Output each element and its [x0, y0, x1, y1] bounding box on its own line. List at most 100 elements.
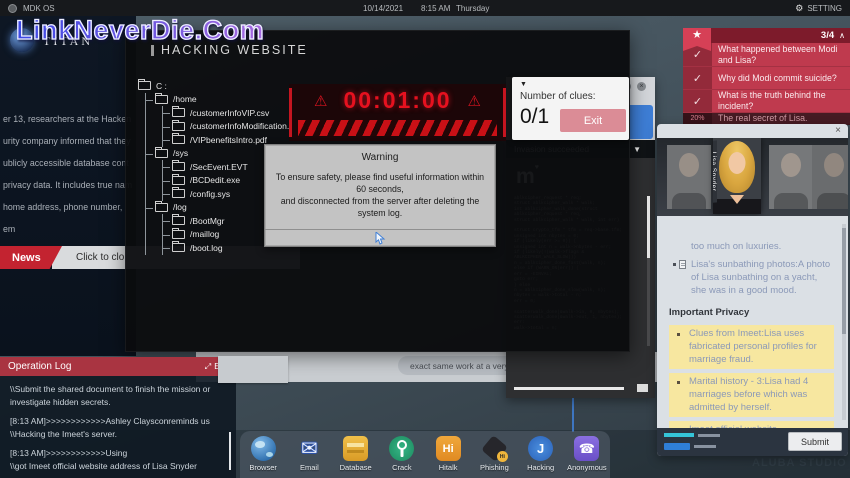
app-dock: Browser ✉ Email Database Crack Hi Hitalk…	[240, 431, 610, 478]
gear-icon: ⚙	[795, 3, 803, 14]
key-icon	[389, 436, 414, 461]
folder-icon	[172, 122, 185, 131]
cyan-badge	[664, 433, 694, 437]
folder-icon	[155, 203, 168, 212]
note-text: Lisa's sunbathing photos:A photo of Lisa…	[691, 259, 830, 296]
submit-button[interactable]: Submit	[788, 432, 842, 451]
tree-node-file[interactable]: /customerInfoModification.csv	[172, 120, 302, 134]
progress-badge: 20%	[683, 113, 712, 124]
dock-app-browser[interactable]: Browser	[241, 436, 285, 472]
portrait-carousel: Lisa Snyder	[657, 138, 848, 216]
quest-item-text: What happened between Modi and Lisa?	[712, 43, 850, 66]
system-date: 10/14/2021	[363, 4, 403, 13]
lisa-face	[729, 152, 746, 174]
note-scrolled-text: too much on luxuries.	[669, 240, 834, 253]
stat-badge-row	[664, 433, 720, 437]
dock-app-crack[interactable]: Crack	[380, 436, 424, 472]
database-icon	[343, 436, 368, 461]
cursor-icon	[375, 232, 386, 245]
character-notes-panel: × Lisa Snyder too much on luxuries. Lisa…	[657, 124, 848, 456]
folder-icon	[172, 243, 185, 252]
operation-log-header[interactable]: Operation Log ⤢ Exp	[0, 357, 236, 376]
clue-highlight: Marital history - 3:Lisa had 4 marriages…	[669, 373, 834, 417]
background-window-fragment	[218, 356, 288, 383]
setting-button[interactable]: ⚙ SETTING	[795, 3, 842, 14]
hitalk-icon: Hi	[436, 436, 461, 461]
dock-app-anonymous[interactable]: ☎ Anonymous	[565, 436, 609, 472]
warning-dialog: Warning To ensure safety, please find us…	[264, 144, 496, 247]
phishing-icon: Hi	[482, 436, 507, 461]
terminal-scrollbar[interactable]	[647, 196, 650, 346]
log-entry: \\Submit the shared document to finish t…	[10, 383, 224, 408]
stat-badge-row	[664, 443, 716, 450]
quest-item[interactable]: ✓ What is the truth behind the incident?	[683, 90, 850, 113]
check-icon: ✓	[683, 67, 712, 89]
quest-panel: 3/4 ∧ ★ ✓ What happened between Modi and…	[683, 28, 850, 125]
dock-app-phishing[interactable]: Hi Phishing	[472, 436, 516, 472]
portrait-lisa-snyder[interactable]: Lisa Snyder	[713, 138, 761, 214]
dialog-title: Warning	[265, 152, 495, 163]
gray-badge	[694, 445, 716, 448]
close-icon[interactable]: ×	[835, 125, 841, 136]
section-header: Important Privacy	[669, 306, 834, 319]
notes-body: too much on luxuries. Lisa's sunbathing …	[657, 216, 848, 452]
log-scrollbar[interactable]	[229, 432, 231, 470]
close-icon[interactable]: ×	[637, 82, 646, 91]
quest-item-text: The real secret of Lisa.	[712, 113, 850, 124]
hazard-stripes	[298, 120, 497, 136]
portrait-suspect[interactable]	[812, 145, 848, 209]
system-bar: MDK OS 10/14/2021 8:15 AM Thursday ⚙ SET…	[0, 0, 850, 16]
folder-icon	[138, 81, 151, 90]
watermark: LinkNeverDie.Com	[16, 15, 264, 46]
dock-app-email[interactable]: ✉ Email	[287, 436, 331, 472]
chevron-down-icon[interactable]: ▼	[633, 145, 641, 154]
os-name: MDK OS	[23, 4, 55, 13]
folder-icon	[172, 176, 185, 185]
operation-log-title: Operation Log	[8, 361, 71, 372]
tree-node-file[interactable]: /customerInfoVIP.csv	[172, 106, 302, 120]
gray-badge	[698, 434, 720, 437]
notes-header: ×	[657, 124, 848, 138]
check-icon: ✓	[683, 90, 712, 112]
timer-value: 00:01:00	[343, 87, 451, 114]
clues-count: 0/1	[520, 105, 549, 129]
os-logo-icon	[8, 4, 17, 13]
portrait-suspect[interactable]	[769, 145, 813, 209]
star-icon: ★	[692, 29, 702, 41]
dock-app-database[interactable]: Database	[334, 436, 378, 472]
portrait-suspect[interactable]	[667, 145, 711, 209]
clues-label: Number of clues:	[520, 91, 596, 102]
exit-button[interactable]: Exit	[560, 109, 626, 132]
system-day: Thursday	[456, 4, 489, 13]
browser-article-window: TITAN er 13, researchers at the Hacken u…	[0, 16, 136, 356]
clue-highlight: Clues from Imeet:Lisa uses fabricated pe…	[669, 325, 834, 369]
operation-log-panel: Operation Log ⤢ Exp \\Submit the shared …	[0, 357, 236, 478]
chevron-up-icon[interactable]: ∧	[839, 31, 845, 40]
dock-app-hitalk[interactable]: Hi Hitalk	[426, 436, 470, 472]
setting-label: SETTING	[807, 4, 842, 13]
folder-icon	[172, 189, 185, 198]
dock-app-hacking[interactable]: J Hacking	[519, 436, 563, 472]
terminal-corner-widget	[637, 384, 648, 392]
connector-line	[572, 398, 574, 432]
article-text: er 13, researchers at the Hacken urity c…	[3, 108, 135, 262]
clues-panel: ▼ Number of clues: 0/1 Exit	[512, 77, 629, 140]
warning-triangle-icon: ⚠	[468, 92, 481, 110]
dialog-confirm-area[interactable]	[265, 229, 495, 246]
folder-icon	[155, 149, 168, 158]
countdown-timer: ⚠ 00:01:00 ⚠	[289, 84, 506, 141]
warning-triangle-icon: ⚠	[314, 92, 327, 110]
notes-scrollbar[interactable]	[842, 224, 846, 420]
folder-icon	[172, 162, 185, 171]
clipboard-icon	[679, 260, 686, 269]
quest-item[interactable]: ✓ Why did Modi commit suicide?	[683, 67, 850, 90]
folder-icon	[172, 135, 185, 144]
expand-icon: ⤢	[205, 362, 211, 372]
folder-icon	[172, 230, 185, 239]
operation-log-body: \\Submit the shared document to finish t…	[0, 376, 236, 478]
title-bar-icon	[151, 45, 154, 56]
email-icon: ✉	[297, 436, 322, 461]
tree-node-folder[interactable]: /home	[155, 93, 302, 107]
tree-node-root[interactable]: C :	[138, 79, 302, 93]
log-entry: [8:13 AM]>>>>>>>>>>>>Using \\got Imeet o…	[10, 447, 224, 472]
